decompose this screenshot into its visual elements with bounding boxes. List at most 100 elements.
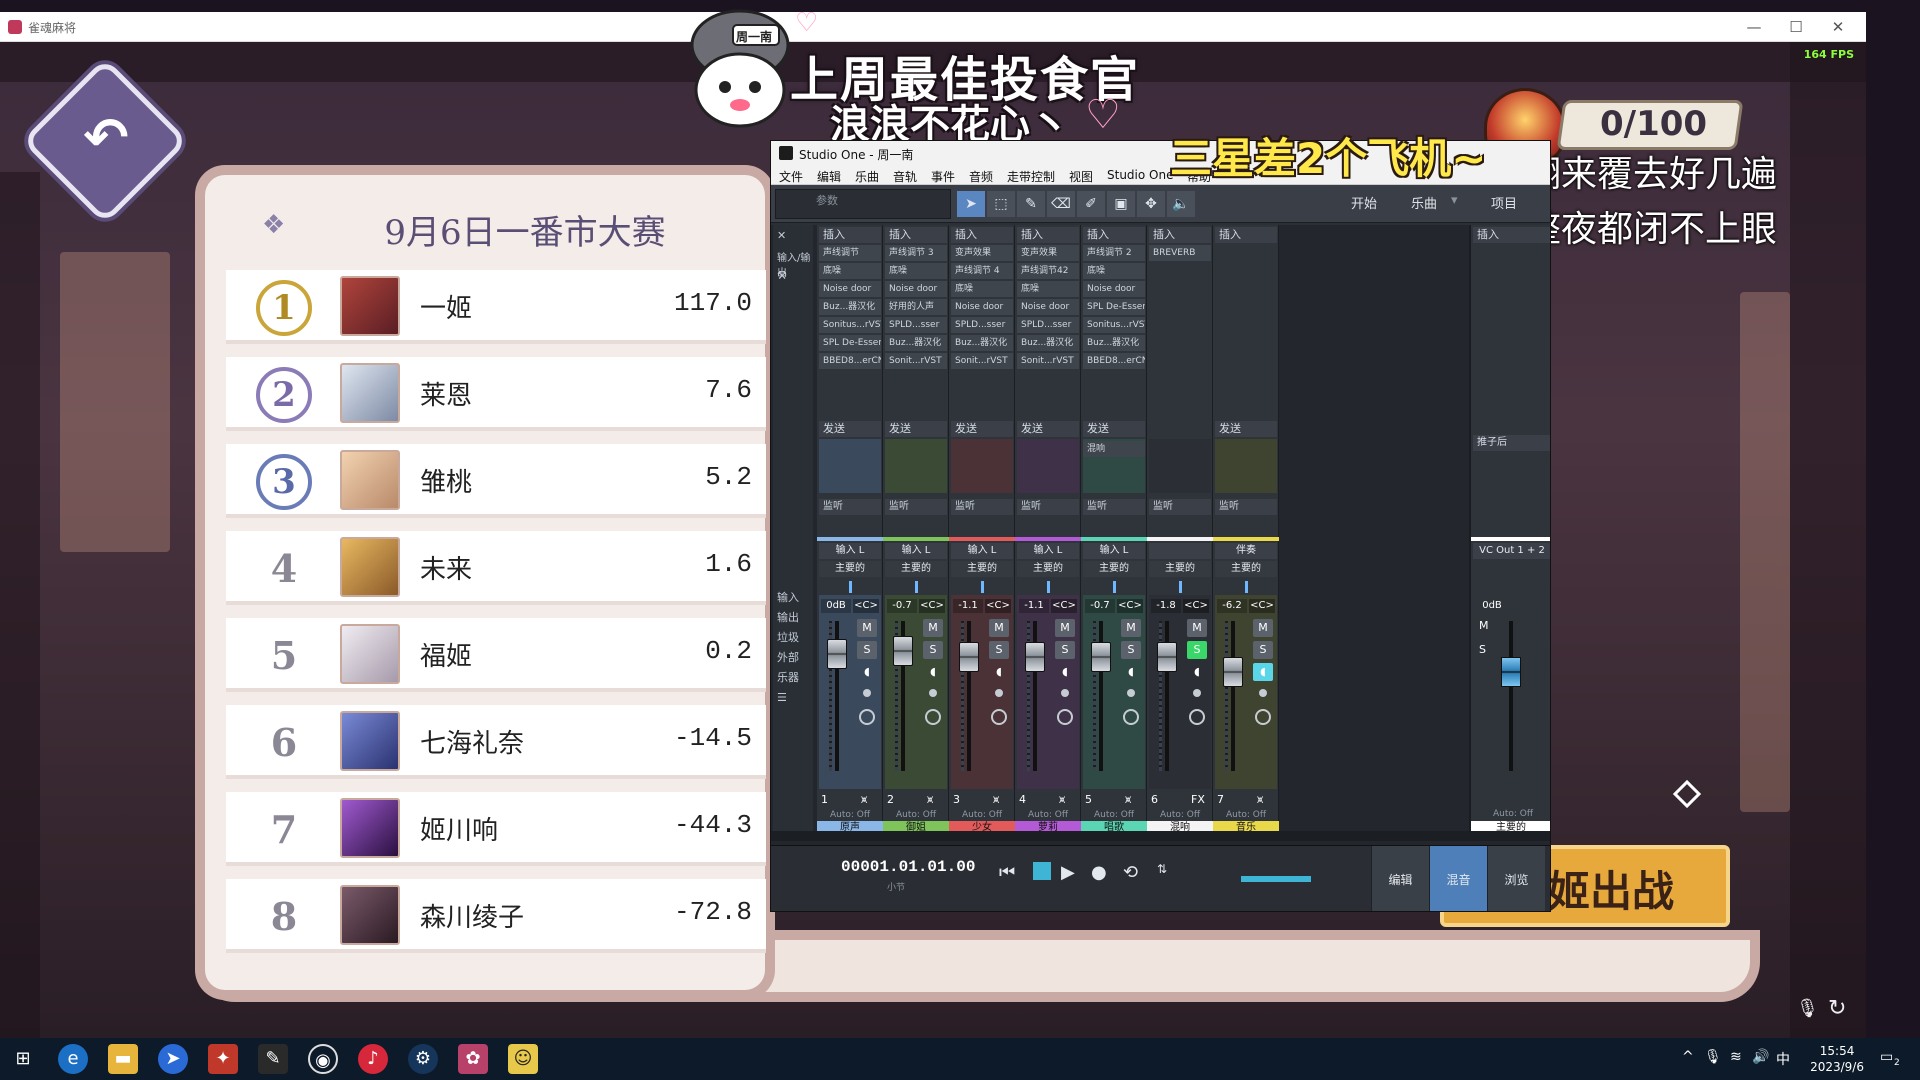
input-label[interactable]: 输入 L — [819, 543, 881, 559]
back-arrow-icon[interactable]: ↶ — [76, 108, 136, 168]
metronome-icon[interactable]: ⇅ — [1157, 862, 1167, 876]
record-icon[interactable]: ● — [1091, 862, 1107, 883]
input-label[interactable]: 输入 L — [885, 543, 947, 559]
monitor-speaker-icon[interactable]: ◖ — [1187, 663, 1207, 681]
pan-indicator[interactable] — [849, 581, 852, 593]
insert-plugin[interactable]: 声线调节 — [819, 245, 881, 261]
record-arm-icon[interactable] — [1127, 689, 1135, 697]
insert-plugin[interactable]: SPL De-Esser — [1083, 299, 1145, 315]
mute-button[interactable]: M — [989, 619, 1009, 637]
main-volume-slider[interactable] — [1241, 876, 1311, 882]
menu-song[interactable]: 乐曲 — [855, 168, 879, 185]
parameter-field[interactable]: 参数 — [775, 189, 951, 219]
mute-button[interactable]: M — [1187, 619, 1207, 637]
volume-readout[interactable]: 0dB — [821, 599, 851, 613]
automation-mode[interactable]: Auto: Off — [1215, 809, 1277, 821]
pan-readout[interactable]: <C> — [853, 599, 879, 613]
monitor-button[interactable]: 监听 — [819, 499, 881, 515]
nav-project[interactable]: 项目 — [1491, 193, 1517, 217]
tray-chevron-icon[interactable]: ^ — [1682, 1049, 1694, 1065]
output-label[interactable]: 主要的 — [1215, 561, 1277, 577]
menu-event[interactable]: 事件 — [931, 168, 955, 185]
view-edit-button[interactable]: 编辑 — [1371, 846, 1429, 911]
insert-plugin[interactable]: 底噪 — [1083, 263, 1145, 279]
send-area[interactable] — [951, 439, 1013, 493]
solo-button[interactable]: S — [923, 641, 943, 659]
output-label[interactable]: 主要的 — [1149, 561, 1211, 577]
ranking-row[interactable]: 6 七海礼奈 -14.5 — [226, 705, 766, 779]
insert-plugin[interactable]: 变声效果 — [1017, 245, 1079, 261]
tray-volume-icon[interactable]: 🔊 — [1752, 1049, 1769, 1065]
automation-knob-icon[interactable] — [1057, 709, 1073, 725]
automation-mode[interactable]: Auto: Off — [1083, 809, 1145, 821]
pan-indicator[interactable] — [1179, 581, 1182, 593]
automation-knob-icon[interactable] — [1189, 709, 1205, 725]
master-output-label[interactable]: VC Out 1 + 2 — [1473, 543, 1550, 559]
master-solo-button[interactable]: S — [1479, 643, 1486, 656]
listen-tool-icon[interactable]: 🔈 — [1167, 191, 1195, 217]
insert-plugin[interactable]: Sonit...rVST — [1017, 353, 1079, 369]
obs-icon[interactable]: ◉ — [308, 1044, 338, 1074]
insert-plugin[interactable]: Buz...器汉化 — [1083, 335, 1145, 351]
maximize-icon[interactable]: ☐ — [1776, 16, 1816, 38]
insert-plugin[interactable]: Noise door — [1017, 299, 1079, 315]
mute-button[interactable]: M — [1121, 619, 1141, 637]
send-header[interactable]: 发送 — [1017, 421, 1079, 437]
insert-plugin[interactable]: Sonitus...rVST — [1083, 317, 1145, 333]
split-tool-icon[interactable]: ✎ — [1017, 191, 1045, 217]
automation-knob-icon[interactable] — [859, 709, 875, 725]
monitor-button[interactable]: 监听 — [1083, 499, 1145, 515]
notification-icon[interactable]: ▭ — [1880, 1049, 1893, 1065]
monitor-button[interactable]: 监听 — [951, 499, 1013, 515]
automation-mode[interactable]: Auto: Off — [819, 809, 881, 821]
insert-header[interactable]: 插入 — [1083, 227, 1145, 243]
volume-readout[interactable]: -1.1 — [953, 599, 983, 613]
ime-indicator[interactable]: 中 — [1776, 1049, 1790, 1069]
monitor-button[interactable]: 监听 — [1149, 499, 1211, 515]
mute-button[interactable]: M — [923, 619, 943, 637]
insert-plugin[interactable]: Sonit...rVST — [885, 353, 947, 369]
menu-view[interactable]: 视图 — [1069, 168, 1093, 185]
refresh-icon[interactable]: ↻ — [1828, 996, 1846, 1021]
rewind-icon[interactable]: ⏮ — [999, 862, 1015, 883]
record-arm-icon[interactable] — [995, 689, 1003, 697]
volume-fader[interactable] — [1223, 657, 1243, 687]
menu-file[interactable]: 文件 — [779, 168, 803, 185]
record-arm-icon[interactable] — [1061, 689, 1069, 697]
insert-plugin[interactable]: BBED8...erCN — [819, 353, 881, 369]
insert-plugin[interactable]: 声线调节 2 — [1083, 245, 1145, 261]
menu-audio[interactable]: 音频 — [969, 168, 993, 185]
automation-knob-icon[interactable] — [991, 709, 1007, 725]
volume-readout[interactable]: -6.2 — [1217, 599, 1247, 613]
input-label[interactable]: 输入 L — [1017, 543, 1079, 559]
monitor-speaker-icon[interactable]: ◖ — [923, 663, 943, 681]
input-label[interactable]: 输入 L — [951, 543, 1013, 559]
insert-header[interactable]: 插入 — [951, 227, 1013, 243]
volume-fader[interactable] — [827, 639, 847, 669]
record-arm-icon[interactable] — [1193, 689, 1201, 697]
master-auto[interactable]: Auto: Off — [1475, 809, 1550, 821]
master-volume[interactable]: 0dB — [1475, 599, 1509, 613]
edge-browser-icon[interactable]: e — [58, 1044, 88, 1074]
range-tool-icon[interactable]: ⬚ — [987, 191, 1015, 217]
bend-tool-icon[interactable]: ✥ — [1137, 191, 1165, 217]
mahjong-taskbar-icon[interactable]: ✿ — [458, 1044, 488, 1074]
view-mix-button[interactable]: 混音 — [1429, 846, 1487, 911]
output-label[interactable]: 主要的 — [1083, 561, 1145, 577]
record-arm-icon[interactable] — [1259, 689, 1267, 697]
pan-indicator[interactable] — [981, 581, 984, 593]
master-post-fader[interactable]: 推子后 — [1473, 435, 1550, 451]
sidebar-input[interactable]: 输入 — [777, 589, 799, 605]
send-header[interactable]: 发送 — [885, 421, 947, 437]
insert-plugin[interactable]: BREVERB — [1149, 245, 1211, 261]
insert-plugin[interactable]: BBED8...erCN — [1083, 353, 1145, 369]
taskbar-clock[interactable]: 15:54 2023/9/6 — [1810, 1043, 1864, 1075]
pan-indicator[interactable] — [1047, 581, 1050, 593]
send-area[interactable] — [1149, 439, 1211, 493]
volume-fader[interactable] — [1025, 642, 1045, 672]
insert-header[interactable]: 插入 — [1149, 227, 1211, 243]
solo-button[interactable]: S — [1187, 641, 1207, 659]
pan-readout[interactable]: <C> — [1051, 599, 1077, 613]
insert-plugin[interactable]: 底噪 — [951, 281, 1013, 297]
monitor-button[interactable]: 监听 — [1215, 499, 1277, 515]
